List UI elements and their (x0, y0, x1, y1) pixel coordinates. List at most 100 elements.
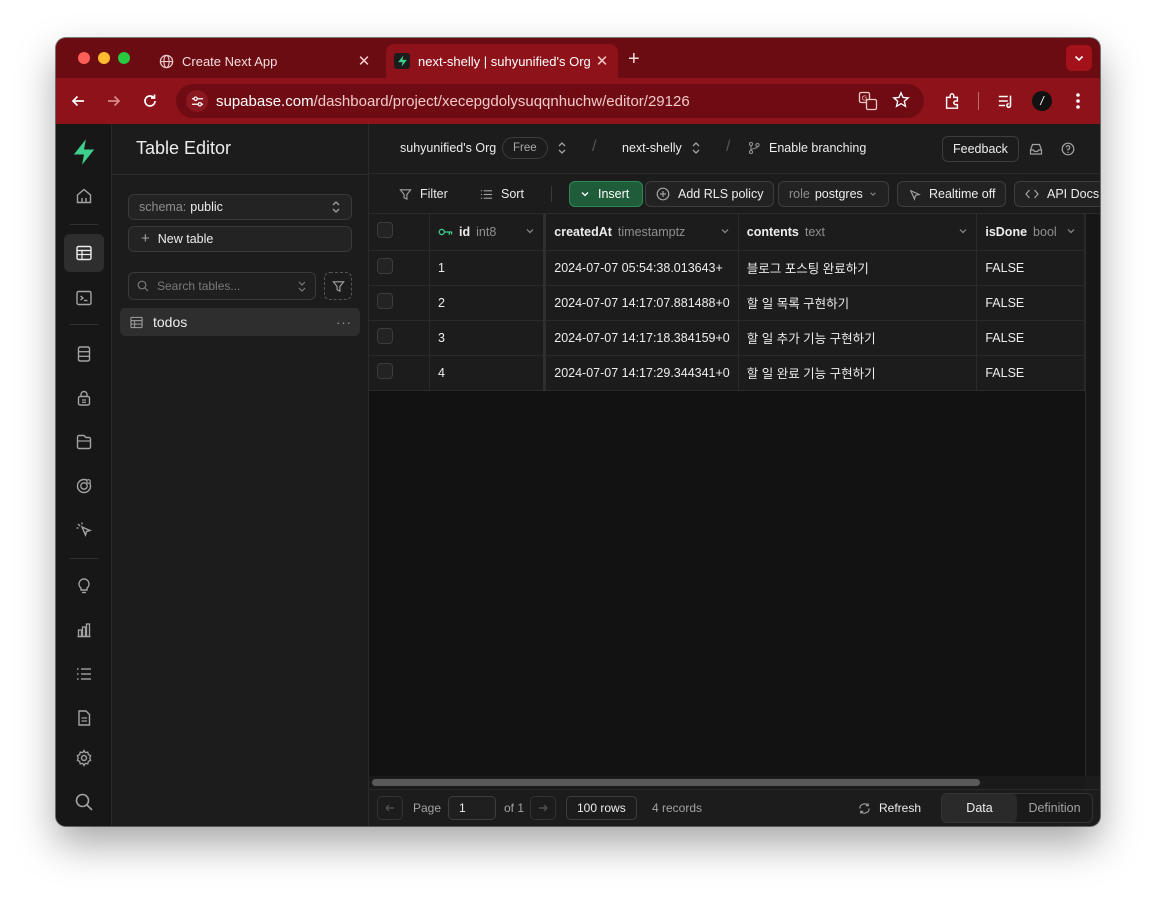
close-tab-icon[interactable]: ✕ (592, 52, 612, 70)
realtime-icon[interactable] (70, 472, 98, 500)
realtime-toggle-button[interactable]: Realtime off (897, 181, 1007, 207)
cell-isDone[interactable]: FALSE (976, 285, 1085, 321)
row-checkbox[interactable] (377, 328, 393, 344)
cell-createdAt[interactable]: 2024-07-07 14:17:18.384159+0 (544, 320, 739, 356)
table-more-options-icon[interactable]: ··· (336, 315, 352, 330)
chevron-down-icon[interactable] (720, 225, 730, 239)
cell-id[interactable]: 3 (429, 320, 547, 356)
translate-icon[interactable]: G (858, 91, 878, 116)
schema-selector[interactable]: schema: public (128, 194, 352, 220)
cell-contents[interactable]: 할 일 추가 기능 구현하기 (738, 320, 978, 356)
help-icon[interactable] (1061, 142, 1075, 159)
cell-createdAt[interactable]: 2024-07-07 14:17:29.344341+0 (544, 355, 739, 391)
feedback-button[interactable]: Feedback (942, 136, 1019, 162)
filter-tables-button[interactable] (324, 272, 352, 300)
auth-lock-icon[interactable] (70, 384, 98, 412)
new-table-label: New table (157, 232, 214, 246)
cell-isDone[interactable]: FALSE (976, 355, 1085, 391)
table-editor-icon[interactable] (64, 234, 104, 272)
column-header-isDone[interactable]: isDone bool (976, 214, 1085, 251)
cell-id[interactable]: 2 (429, 285, 547, 321)
minimize-window-button[interactable] (98, 52, 110, 64)
site-settings-icon[interactable] (186, 90, 208, 112)
vertical-scrollbar[interactable] (1085, 214, 1100, 776)
cell-contents[interactable]: 할 일 목록 구현하기 (738, 285, 978, 321)
supabase-logo-icon[interactable] (70, 138, 98, 166)
rows-per-page-button[interactable]: 100 rows (566, 796, 637, 820)
reports-chart-icon[interactable] (70, 616, 98, 644)
edge-functions-icon[interactable] (70, 516, 98, 544)
cell-id[interactable]: 1 (429, 250, 547, 286)
insert-button[interactable]: Insert (569, 181, 643, 207)
reload-button[interactable] (140, 91, 160, 111)
settings-gear-icon[interactable] (70, 744, 98, 772)
logs-list-icon[interactable] (70, 660, 98, 688)
table-row[interactable]: 1 2024-07-07 05:54:38.013643+ 블로그 포스팅 완료… (369, 250, 1085, 286)
media-controls-icon[interactable] (996, 91, 1016, 111)
database-icon[interactable] (70, 340, 98, 368)
tab-data[interactable]: Data (942, 794, 1017, 822)
cell-contents[interactable]: 블로그 포스팅 완료하기 (738, 250, 978, 286)
column-header-id[interactable]: id int8 (429, 214, 547, 251)
project-name[interactable]: next-shelly (622, 141, 682, 155)
address-bar[interactable]: supabase.com/dashboard/project/xecepgdol… (176, 84, 924, 118)
refresh-button[interactable]: Refresh (858, 801, 921, 815)
inbox-icon[interactable] (1029, 142, 1043, 159)
api-docs-button[interactable]: API Docs (1014, 181, 1100, 207)
api-docs-file-icon[interactable] (70, 704, 98, 732)
next-page-button[interactable] (530, 796, 556, 820)
bookmark-star-icon[interactable] (892, 91, 910, 114)
row-checkbox[interactable] (377, 258, 393, 274)
project-switcher-icon[interactable] (691, 141, 701, 158)
table-row[interactable]: 2 2024-07-07 14:17:07.881488+0 할 일 목록 구현… (369, 285, 1085, 321)
chevron-down-icon[interactable] (958, 225, 968, 239)
cell-createdAt[interactable]: 2024-07-07 14:17:07.881488+0 (544, 285, 739, 321)
chevron-down-icon[interactable] (525, 225, 535, 239)
back-button[interactable] (68, 91, 88, 111)
browser-tab-create-next-app[interactable]: Create Next App ✕ (148, 44, 380, 78)
row-checkbox[interactable] (377, 363, 393, 379)
cell-isDone[interactable]: FALSE (976, 320, 1085, 356)
new-table-button[interactable]: + New table (128, 226, 352, 252)
sql-editor-icon[interactable] (70, 284, 98, 312)
profile-avatar[interactable]: / (1032, 91, 1052, 111)
close-window-button[interactable] (78, 52, 90, 64)
sort-button[interactable]: Sort (470, 181, 534, 207)
extensions-icon[interactable] (942, 91, 962, 111)
table-row[interactable]: 3 2024-07-07 14:17:18.384159+0 할 일 추가 기능… (369, 320, 1085, 356)
cell-isDone[interactable]: FALSE (976, 250, 1085, 286)
cell-createdAt[interactable]: 2024-07-07 05:54:38.013643+ (544, 250, 739, 286)
chevron-down-icon[interactable] (1066, 225, 1076, 239)
select-all-checkbox[interactable] (377, 222, 393, 239)
org-name[interactable]: suhyunified's Org (400, 141, 496, 155)
cell-contents[interactable]: 할 일 완료 기능 구현하기 (738, 355, 978, 391)
enable-branching-link[interactable]: Enable branching (769, 141, 866, 155)
advisors-lightbulb-icon[interactable] (70, 572, 98, 600)
column-header-createdAt[interactable]: createdAt timestamptz (544, 214, 739, 251)
row-checkbox[interactable] (377, 293, 393, 309)
home-icon[interactable] (70, 182, 98, 210)
table-row[interactable]: 4 2024-07-07 14:17:29.344341+0 할 일 완료 기능… (369, 355, 1085, 391)
close-tab-icon[interactable]: ✕ (354, 52, 374, 70)
filter-button[interactable]: Filter (389, 181, 458, 207)
search-tables-input[interactable]: Search tables... (128, 272, 316, 300)
page-number-input[interactable]: 1 (448, 796, 496, 820)
previous-page-button[interactable] (377, 796, 403, 820)
horizontal-scrollbar[interactable] (369, 776, 1085, 789)
tab-definition[interactable]: Definition (1017, 794, 1092, 822)
browser-tab-next-shelly[interactable]: next-shelly | suhyunified's Org ✕ (386, 44, 618, 78)
search-icon[interactable] (70, 788, 98, 816)
tab-search-button[interactable] (1066, 45, 1092, 71)
column-header-contents[interactable]: contents text (738, 214, 978, 251)
scrollbar-thumb[interactable] (372, 779, 980, 786)
sidebar-item-todos[interactable]: todos ··· (120, 308, 360, 336)
browser-menu-icon[interactable] (1068, 91, 1088, 111)
storage-icon[interactable] (70, 428, 98, 456)
new-tab-button[interactable]: + (628, 48, 640, 71)
org-switcher-icon[interactable] (557, 141, 567, 158)
zoom-window-button[interactable] (118, 52, 130, 64)
role-selector[interactable]: role postgres (778, 181, 889, 207)
add-rls-policy-button[interactable]: Add RLS policy (645, 181, 775, 207)
forward-button[interactable] (104, 91, 124, 111)
cell-id[interactable]: 4 (429, 355, 547, 391)
